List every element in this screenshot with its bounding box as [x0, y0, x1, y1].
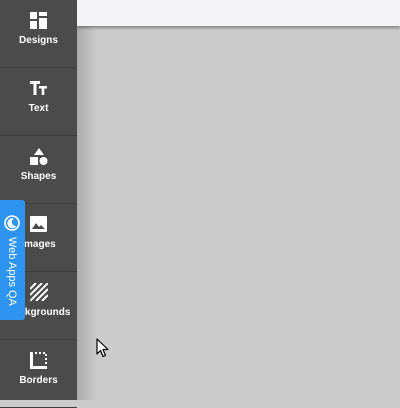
canvas-area[interactable]	[77, 26, 97, 400]
web-apps-qa-label: Web Apps QA	[6, 237, 18, 306]
sidebar-item-label: Shapes	[20, 171, 57, 182]
text-icon	[0, 79, 77, 97]
top-toolbar	[77, 0, 400, 26]
sidebar-item-borders[interactable]: Borders	[0, 340, 77, 408]
sidebar-item-text[interactable]: Text	[0, 68, 77, 136]
shapes-icon	[0, 147, 77, 165]
moon-icon	[4, 215, 20, 231]
grid-icon	[0, 11, 77, 29]
sidebar-item-label: Text	[28, 103, 49, 114]
web-apps-qa-tab[interactable]: Web Apps QA	[0, 200, 25, 320]
border-icon	[0, 351, 77, 369]
sidebar-item-shapes[interactable]: Shapes	[0, 136, 77, 204]
sidebar-item-label: Designs	[19, 35, 58, 46]
mouse-cursor-icon	[96, 338, 109, 358]
sidebar-item-label: Borders	[19, 375, 58, 386]
sidebar-item-designs[interactable]: Designs	[0, 0, 77, 68]
